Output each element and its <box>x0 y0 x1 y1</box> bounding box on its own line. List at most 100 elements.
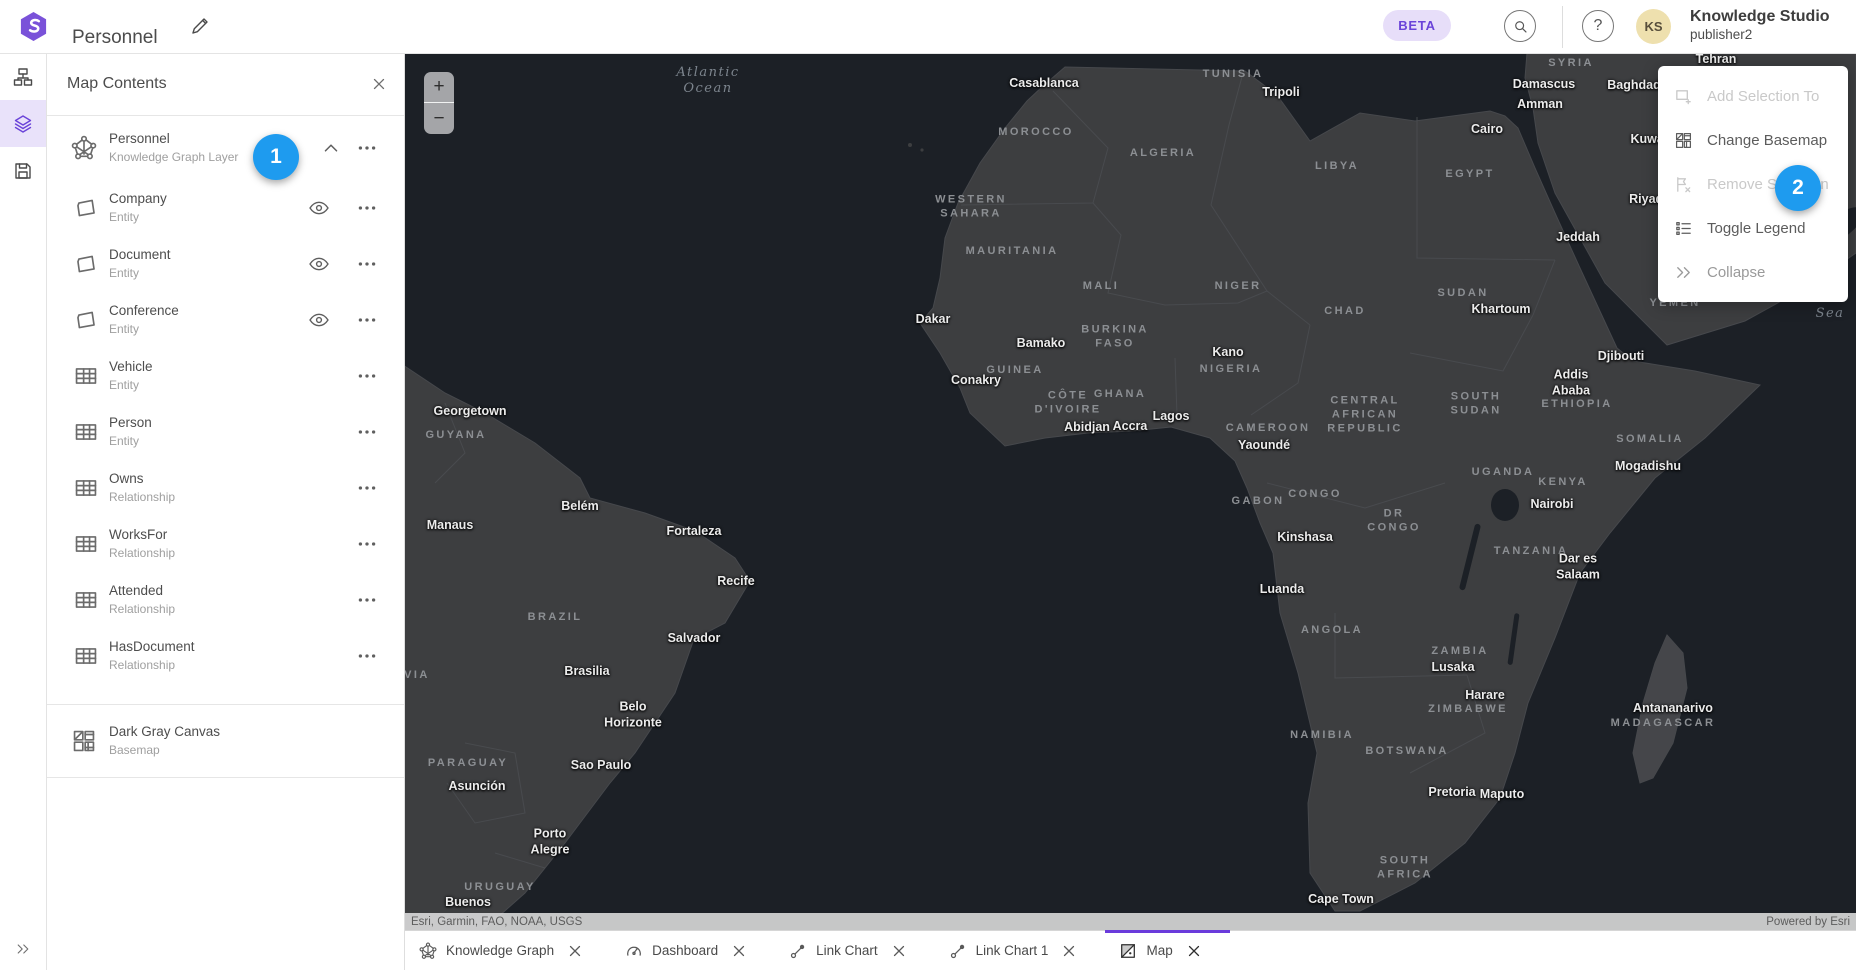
basemap-section: Dark Gray Canvas Basemap <box>47 704 404 778</box>
chevron-up-icon[interactable] <box>320 137 342 159</box>
layer-row-owns[interactable]: OwnsRelationship <box>47 460 404 516</box>
link-chart-icon <box>949 942 967 960</box>
collapse-icon <box>1674 263 1693 282</box>
ellipsis-icon[interactable] <box>356 197 378 219</box>
close-tab-icon[interactable] <box>566 942 584 960</box>
layer-title: WorksFor <box>109 526 175 545</box>
ellipsis-icon[interactable] <box>356 137 378 159</box>
zoom-out-button[interactable]: − <box>424 103 454 134</box>
layer-row-attended[interactable]: AttendedRelationship <box>47 572 404 628</box>
close-tab-icon[interactable] <box>1060 942 1078 960</box>
layer-title: Person <box>109 414 152 433</box>
layer-text: AttendedRelationship <box>109 582 175 618</box>
layer-subtitle: Entity <box>109 209 167 226</box>
eye-icon[interactable] <box>308 309 330 331</box>
eye-icon[interactable] <box>308 253 330 275</box>
remove-selection-icon <box>1674 175 1693 194</box>
tab-link-chart[interactable]: Link Chart <box>775 931 935 970</box>
close-tab-icon[interactable] <box>1185 942 1203 960</box>
close-tab-icon[interactable] <box>890 942 908 960</box>
ellipsis-icon[interactable] <box>356 253 378 275</box>
layer-subtitle: Entity <box>109 377 153 394</box>
tab-map[interactable]: Map <box>1105 931 1229 970</box>
expand-toolbar-button[interactable] <box>0 934 46 964</box>
menu-item-label: Add Selection To <box>1707 88 1819 105</box>
layer-row-worksfor[interactable]: WorksForRelationship <box>47 516 404 572</box>
menu-item-label: Toggle Legend <box>1707 220 1805 237</box>
layer-list: PersonnelKnowledge Graph LayerCompanyEnt… <box>47 116 404 684</box>
layers-icon <box>13 114 33 134</box>
layer-row-vehicle[interactable]: VehicleEntity <box>47 348 404 404</box>
ellipsis-icon[interactable] <box>356 533 378 555</box>
ellipsis-icon[interactable] <box>356 477 378 499</box>
map-attribution: Esri, Garmin, FAO, NOAA, USGS Powered by… <box>405 913 1856 930</box>
legend-icon <box>1674 219 1693 238</box>
layer-text: VehicleEntity <box>109 358 153 394</box>
rail-item-layers-tool[interactable] <box>0 100 46 147</box>
layer-row-document[interactable]: DocumentEntity <box>47 236 404 292</box>
edit-title-icon[interactable] <box>190 16 210 36</box>
link-chart-icon <box>789 942 807 960</box>
ellipsis-icon[interactable] <box>356 309 378 331</box>
menu-item-label: Collapse <box>1707 264 1765 281</box>
ellipsis-icon[interactable] <box>356 365 378 387</box>
zoom-in-button[interactable]: + <box>424 72 454 103</box>
layer-text: PersonEntity <box>109 414 152 450</box>
rail-item-link-chart-tool[interactable] <box>0 53 46 100</box>
layer-title: Vehicle <box>109 358 153 377</box>
attribution-sources: Esri, Garmin, FAO, NOAA, USGS <box>411 916 582 928</box>
tab-link-chart-1[interactable]: Link Chart 1 <box>935 931 1106 970</box>
tab-label: Dashboard <box>652 943 718 958</box>
layer-text: CompanyEntity <box>109 190 167 226</box>
left-toolbar <box>0 53 47 970</box>
rail-item-save-tool[interactable] <box>0 147 46 194</box>
layer-row-personnel[interactable]: PersonnelKnowledge Graph Layer <box>47 116 404 180</box>
view-tab-bar: Knowledge Graph Dashboard Link ChartLink C… <box>405 930 1856 970</box>
entity-icon <box>73 195 99 221</box>
close-panel-icon[interactable] <box>370 75 388 93</box>
tab-knowledge-graph[interactable]: Knowledge Graph <box>405 931 611 970</box>
beta-badge: BETA <box>1383 10 1451 41</box>
toggle-legend-menu-item[interactable]: Toggle Legend <box>1658 206 1848 250</box>
layer-row-conference[interactable]: ConferenceEntity <box>47 292 404 348</box>
layer-subtitle: Entity <box>109 433 152 450</box>
search-button[interactable] <box>1504 10 1536 42</box>
app-logo-icon <box>18 11 49 42</box>
powered-by-esri: Powered by Esri <box>1766 916 1850 928</box>
tab-dashboard[interactable]: Dashboard <box>611 931 775 970</box>
collapse-menu-item[interactable]: Collapse <box>1658 250 1848 294</box>
ellipsis-icon[interactable] <box>356 589 378 611</box>
change-basemap-menu-item[interactable]: Change Basemap <box>1658 118 1848 162</box>
basemap-row[interactable]: Dark Gray Canvas Basemap <box>47 705 404 777</box>
map-canvas[interactable]: SYRIAMOROCCOTUNISIAALGERIALIBYAEGYPTWEST… <box>405 53 1856 930</box>
layer-subtitle: Relationship <box>109 657 195 674</box>
close-tab-icon[interactable] <box>730 942 748 960</box>
layer-row-person[interactable]: PersonEntity <box>47 404 404 460</box>
top-bar: Personnel BETA ? KS Knowledge Studio pub… <box>0 0 1856 54</box>
layer-title: Company <box>109 190 167 209</box>
panel-header: Map Contents <box>47 53 404 116</box>
eye-icon[interactable] <box>308 197 330 219</box>
knowledge-studio-app: Personnel BETA ? KS Knowledge Studio pub… <box>0 0 1856 970</box>
knowledge-graph-layer-icon <box>71 135 97 161</box>
layer-subtitle: Knowledge Graph Layer <box>109 149 238 166</box>
map-contents-panel: Map Contents PersonnelKnowledge Graph La… <box>47 53 405 970</box>
layer-subtitle: Relationship <box>109 601 175 618</box>
table-icon <box>73 643 99 669</box>
user-info[interactable]: Knowledge Studio publisher2 <box>1690 7 1830 44</box>
page-title: Personnel <box>72 27 158 49</box>
ellipsis-icon[interactable] <box>356 645 378 667</box>
layer-row-hasdocument[interactable]: HasDocumentRelationship <box>47 628 404 684</box>
double-chevron-right-icon <box>15 941 31 957</box>
table-icon <box>73 363 99 389</box>
ellipsis-icon[interactable] <box>356 421 378 443</box>
layer-row-company[interactable]: CompanyEntity <box>47 180 404 236</box>
map-icon <box>1119 942 1137 960</box>
annotation-badge-1: 1 <box>253 134 299 180</box>
layer-subtitle: Entity <box>109 265 171 282</box>
tab-label: Map <box>1146 943 1172 958</box>
layer-text: PersonnelKnowledge Graph Layer <box>109 130 238 166</box>
user-avatar[interactable]: KS <box>1636 9 1671 44</box>
help-button[interactable]: ? <box>1582 10 1614 42</box>
layer-text: ConferenceEntity <box>109 302 179 338</box>
